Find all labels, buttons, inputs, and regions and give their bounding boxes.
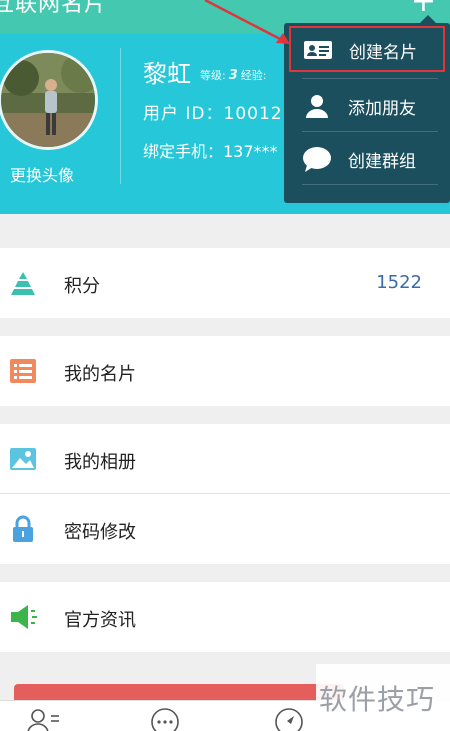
watermark-text: 软件技巧 xyxy=(319,683,436,716)
menu-divider xyxy=(302,78,438,79)
change-avatar-link[interactable]: 更换头像 xyxy=(10,162,74,186)
speaker-icon xyxy=(11,605,37,629)
pyramid-icon xyxy=(11,272,35,295)
change-password-label: 密码修改 xyxy=(64,522,136,543)
contacts-icon[interactable] xyxy=(26,707,60,731)
add-friend-label: 添加朋友 xyxy=(348,99,416,119)
bound-phone: 绑定手机：137*** xyxy=(143,142,278,161)
user-level: 等级: 3 经验: xyxy=(200,68,267,83)
lock-icon xyxy=(13,515,33,542)
create-group-label: 创建群组 xyxy=(348,152,416,172)
watermark: 软件技巧 xyxy=(316,664,450,731)
my-album-label: 我的相册 xyxy=(64,452,136,473)
messages-icon[interactable] xyxy=(148,707,182,731)
profile-divider xyxy=(120,48,121,184)
menu-divider xyxy=(302,131,438,132)
add-user-icon xyxy=(306,95,328,118)
points-row[interactable]: 积分 1522 xyxy=(0,248,450,318)
points-value: 1522 xyxy=(376,272,422,293)
add-friend-menu-item[interactable]: 添加朋友 xyxy=(284,80,450,132)
points-label: 积分 xyxy=(64,276,100,297)
avatar[interactable] xyxy=(0,50,98,150)
my-album-row[interactable]: 我的相册 xyxy=(0,424,450,494)
menu-divider xyxy=(302,184,438,185)
list-icon xyxy=(10,359,36,383)
my-card-row[interactable]: 我的名片 xyxy=(0,336,450,406)
news-label: 官方资讯 xyxy=(64,610,136,631)
create-group-menu-item[interactable]: 创建群组 xyxy=(284,133,450,185)
my-card-label: 我的名片 xyxy=(64,364,136,385)
change-password-row[interactable]: 密码修改 xyxy=(0,494,450,564)
chat-bubble-icon xyxy=(303,147,331,172)
news-row[interactable]: 官方资讯 xyxy=(0,582,450,652)
image-icon xyxy=(10,448,36,470)
user-id: 用户 ID：10012 xyxy=(143,104,283,124)
compass-icon[interactable] xyxy=(272,707,306,731)
annotation-arrow xyxy=(204,0,290,44)
